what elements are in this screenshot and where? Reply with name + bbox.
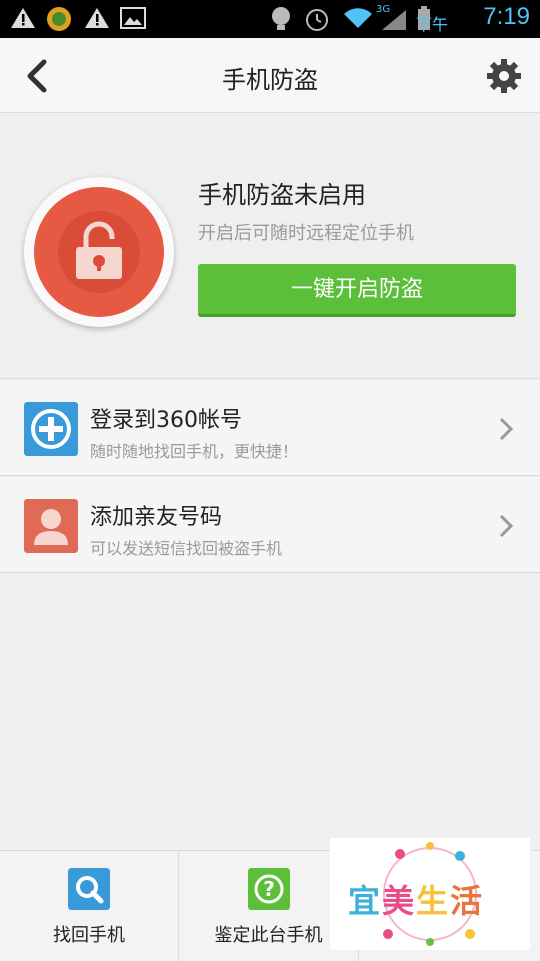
plus-circle-icon [24, 402, 78, 456]
chevron-right-icon [499, 514, 514, 538]
list-item-add-contact[interactable]: 添加亲友号码 可以发送短信找回被盗手机 [0, 477, 540, 573]
app-notification-icon [47, 7, 71, 31]
status-time: 7:19 [483, 3, 530, 30]
warning-icon-2 [85, 8, 109, 28]
page-title: 手机防盗 [222, 66, 318, 94]
list-item-title: 登录到360帐号 [90, 408, 242, 433]
warning-icon [11, 8, 35, 28]
status-ampm: 下午 [415, 15, 448, 34]
logo-text: 宜美生活 [348, 882, 485, 920]
list-item-subtitle: 可以发送短信找回被盗手机 [90, 539, 283, 558]
question-icon: ? [248, 868, 290, 910]
protection-status-description: 开启后可随时远程定位手机 [198, 223, 414, 244]
protection-status-title: 手机防盗未启用 [198, 181, 366, 209]
list-item-title: 添加亲友号码 [90, 505, 223, 530]
unlocked-padlock-icon [76, 221, 122, 279]
title-bar: 手机防盗 [0, 38, 540, 113]
tab-find-phone[interactable]: 找回手机 [0, 851, 179, 961]
lock-badge [24, 177, 174, 327]
watermark-logo: 宜美生活 [330, 838, 530, 950]
enable-anti-theft-button[interactable]: 一键开启防盗 [198, 264, 516, 317]
list-item-login-360[interactable]: 登录到360帐号 随时随地找回手机，更快捷！ [0, 380, 540, 476]
alarm-icon [306, 9, 328, 31]
list-item-subtitle: 随时随地找回手机，更快捷！ [90, 442, 299, 461]
wifi-icon [344, 8, 372, 28]
gear-icon[interactable] [486, 58, 522, 94]
magnifier-icon [68, 868, 110, 910]
signal-icon [382, 10, 406, 30]
status-bar: 3G 下午 7:19 [0, 0, 540, 38]
svg-text:?: ? [263, 877, 275, 901]
lightbulb-icon [272, 7, 290, 30]
protection-status-panel: 手机防盗未启用 开启后可随时远程定位手机 一键开启防盗 [0, 113, 540, 379]
chevron-right-icon [499, 417, 514, 441]
image-icon [120, 7, 146, 29]
tab-label: 找回手机 [53, 925, 125, 946]
contact-person-icon [24, 499, 78, 553]
